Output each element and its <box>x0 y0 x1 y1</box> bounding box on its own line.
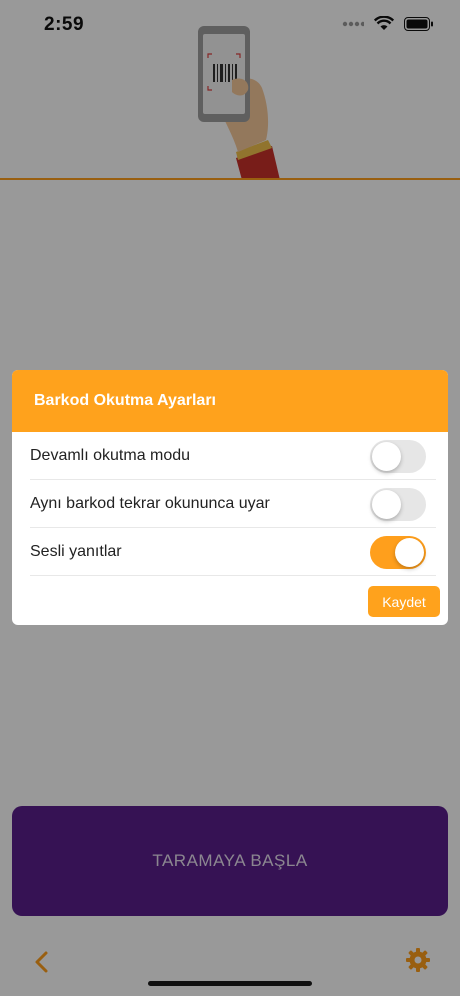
toggle-knob <box>372 442 401 471</box>
toggle-knob <box>395 538 424 567</box>
setting-label: Aynı barkod tekrar okununca uyar <box>30 494 270 512</box>
continuous-mode-toggle[interactable] <box>370 440 426 473</box>
dialog-title: Barkod Okutma Ayarları <box>34 392 216 409</box>
setting-row-continuous-mode: Devamlı okutma modu <box>30 432 436 480</box>
save-button[interactable]: Kaydet <box>368 586 440 617</box>
toggle-knob <box>372 490 401 519</box>
dialog-footer: Kaydet <box>12 576 448 624</box>
save-button-label: Kaydet <box>382 593 426 610</box>
barcode-settings-dialog: Barkod Okutma Ayarları Devamlı okutma mo… <box>12 370 448 625</box>
dialog-header: Barkod Okutma Ayarları <box>12 370 448 432</box>
home-indicator <box>148 981 312 986</box>
duplicate-warning-toggle[interactable] <box>370 488 426 521</box>
setting-row-audio-feedback: Sesli yanıtlar <box>30 528 436 576</box>
setting-label: Devamlı okutma modu <box>30 446 191 464</box>
setting-label: Sesli yanıtlar <box>30 542 122 560</box>
audio-feedback-toggle[interactable] <box>370 536 426 569</box>
setting-row-duplicate-warning: Aynı barkod tekrar okununca uyar <box>30 480 436 528</box>
